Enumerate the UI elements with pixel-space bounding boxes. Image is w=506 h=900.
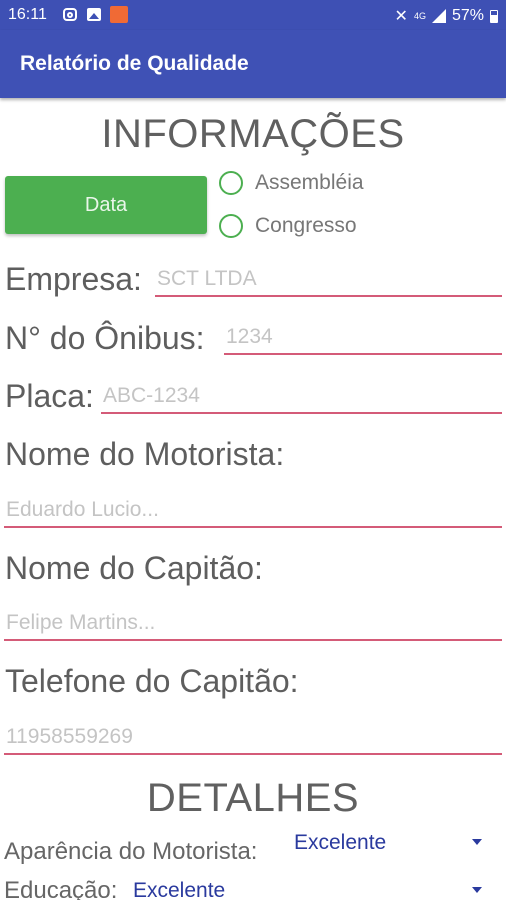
spinner-value: Excelente — [294, 831, 387, 854]
motorista-label: Nome do Motorista: — [5, 436, 285, 472]
motorista-field[interactable] — [4, 494, 502, 528]
radio-assembleia[interactable]: Assembléia — [219, 171, 364, 195]
capitao-field[interactable] — [4, 607, 502, 641]
educacao-label: Educação: — [4, 877, 118, 900]
instagram-icon — [63, 8, 77, 21]
radio-circle-icon[interactable] — [219, 214, 243, 238]
capitao-input[interactable] — [4, 607, 502, 639]
placa-label: Placa: — [5, 378, 94, 414]
aparencia-label: Aparência do Motorista: — [4, 838, 258, 865]
app-bar: Relatório de Qualidade — [0, 30, 506, 98]
app-title: Relatório de Qualidade — [20, 52, 249, 75]
telefone-input[interactable] — [4, 721, 502, 753]
app-notification-icon — [110, 6, 128, 23]
details-heading: DETALHES — [146, 776, 360, 820]
battery-percent: 57% — [451, 7, 484, 24]
radio-label: Assembléia — [255, 171, 364, 194]
network-type-label: 4G — [413, 10, 426, 21]
onibus-field[interactable] — [224, 321, 502, 355]
aparencia-spinner[interactable]: Excelente — [294, 827, 490, 861]
info-heading: INFORMAÇÕES — [101, 112, 405, 156]
signal-icon — [431, 9, 446, 23]
onibus-label: N° do Ônibus: — [5, 320, 205, 356]
placa-input[interactable] — [101, 380, 502, 412]
dropdown-arrow-icon[interactable] — [472, 839, 482, 845]
telefone-field[interactable] — [4, 721, 502, 755]
radio-label: Congresso — [255, 214, 357, 237]
empresa-field[interactable] — [155, 263, 502, 297]
empresa-input[interactable] — [155, 263, 502, 295]
radio-circle-icon[interactable] — [219, 171, 243, 195]
radio-congresso[interactable]: Congresso — [219, 214, 357, 238]
onibus-input[interactable] — [224, 321, 502, 353]
battery-icon — [490, 9, 498, 23]
spinner-value: Excelente — [133, 879, 226, 900]
date-button[interactable]: Data — [5, 176, 207, 234]
status-bar: 16:11 ✕ 4G 57% — [0, 0, 506, 30]
telefone-label: Telefone do Capitão: — [5, 663, 299, 699]
empresa-label: Empresa: — [5, 261, 142, 297]
mute-icon: ✕ — [394, 8, 408, 25]
status-right-group: ✕ 4G 57% — [395, 6, 498, 26]
gallery-icon — [87, 8, 101, 21]
capitao-label: Nome do Capitão: — [5, 550, 263, 586]
educacao-spinner[interactable]: Excelente — [133, 875, 490, 900]
placa-field[interactable] — [101, 380, 502, 414]
status-time: 16:11 — [8, 6, 47, 23]
motorista-input[interactable] — [4, 494, 502, 526]
dropdown-arrow-icon[interactable] — [472, 887, 482, 893]
